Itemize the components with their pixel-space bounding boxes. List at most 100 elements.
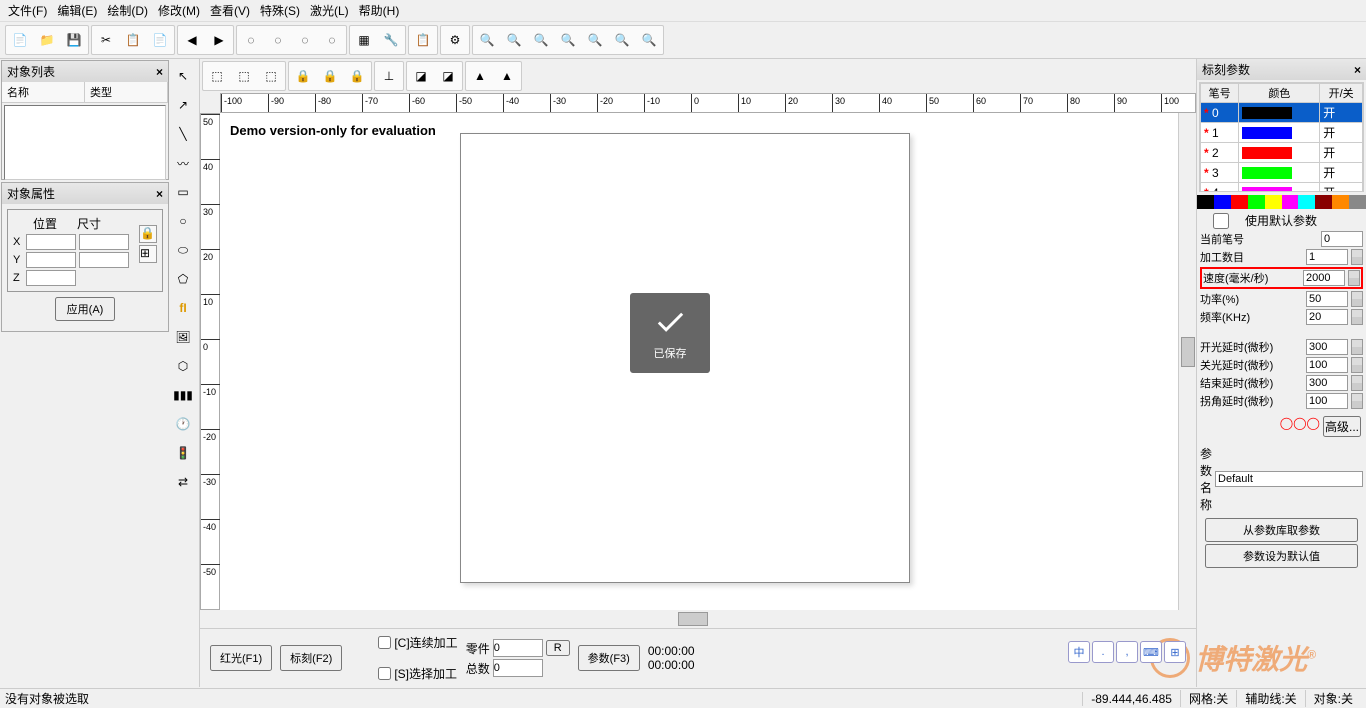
- pen-col-onoff[interactable]: 开/关: [1320, 84, 1363, 103]
- canvas[interactable]: Demo version-only for evaluation 已保存: [220, 113, 1178, 610]
- lock-c-icon[interactable]: 🔒: [344, 63, 370, 89]
- circle-tool-icon[interactable]: ○: [170, 207, 196, 235]
- close-icon[interactable]: ×: [156, 187, 163, 201]
- scrollbar-horizontal[interactable]: [200, 610, 1196, 628]
- advanced-button[interactable]: 高级...: [1323, 416, 1361, 437]
- text-tool-icon[interactable]: fI: [170, 294, 196, 322]
- pen-row[interactable]: * 2开: [1201, 143, 1363, 163]
- rings-icon[interactable]: ◯◯◯: [1280, 416, 1320, 437]
- red-light-button[interactable]: 红光(F1): [210, 645, 272, 671]
- power-input[interactable]: [1306, 291, 1348, 307]
- cut-icon[interactable]: ✂: [93, 27, 119, 53]
- color-swatch[interactable]: [1332, 195, 1349, 209]
- menu-file[interactable]: 文件(F): [8, 2, 47, 19]
- pen-row[interactable]: * 0开: [1201, 103, 1363, 123]
- sel-mode-c-icon[interactable]: ⬚: [258, 63, 284, 89]
- tool-a-icon[interactable]: ◌: [238, 27, 264, 53]
- ondelay-input[interactable]: [1306, 339, 1348, 355]
- select-tool-icon[interactable]: ↖: [170, 62, 196, 90]
- io-tool-icon[interactable]: ⇄: [170, 468, 196, 496]
- close-icon[interactable]: ×: [1354, 63, 1361, 77]
- parts-input[interactable]: [493, 639, 543, 657]
- pen-col-no[interactable]: 笔号: [1201, 84, 1239, 103]
- ellipse-tool-icon[interactable]: ⬭: [170, 236, 196, 264]
- tools-icon[interactable]: 🔧: [378, 27, 404, 53]
- sel-mode-b-icon[interactable]: ⬚: [231, 63, 257, 89]
- spinner-icon[interactable]: [1351, 393, 1363, 409]
- config-icon[interactable]: ⚙: [442, 27, 468, 53]
- col-type[interactable]: 类型: [85, 82, 168, 102]
- freq-input[interactable]: [1306, 309, 1348, 325]
- menu-laser[interactable]: 激光(L): [310, 2, 349, 19]
- close-icon[interactable]: ×: [156, 65, 163, 79]
- paramname-input[interactable]: [1215, 471, 1363, 487]
- timer-tool-icon[interactable]: 🕐: [170, 410, 196, 438]
- paste-icon[interactable]: 📄: [147, 27, 173, 53]
- zoom-fit-icon[interactable]: 🔍: [555, 27, 581, 53]
- spinner-icon[interactable]: [1351, 249, 1363, 265]
- lock-icon[interactable]: 🔒: [139, 225, 157, 243]
- r-button[interactable]: R: [546, 640, 570, 656]
- apply-button[interactable]: 应用(A): [55, 297, 116, 321]
- tool-d-icon[interactable]: ◌: [319, 27, 345, 53]
- menu-help[interactable]: 帮助(H): [359, 2, 400, 19]
- sel-mode-a-icon[interactable]: ⬚: [204, 63, 230, 89]
- zoom-all-icon[interactable]: 🔍: [582, 27, 608, 53]
- scrollbar-vertical[interactable]: [1178, 113, 1196, 610]
- y-pos-input[interactable]: [26, 252, 76, 268]
- spinner-icon[interactable]: [1351, 309, 1363, 325]
- enddelay-input[interactable]: [1306, 375, 1348, 391]
- object-list-body[interactable]: [4, 105, 166, 180]
- x-pos-input[interactable]: [26, 234, 76, 250]
- hatch-icon[interactable]: ▦: [351, 27, 377, 53]
- use-default-checkbox[interactable]: [1200, 213, 1242, 229]
- undo-icon[interactable]: ◀: [179, 27, 205, 53]
- menu-view[interactable]: 查看(V): [210, 2, 250, 19]
- ime-button[interactable]: .: [1092, 641, 1114, 663]
- list-icon[interactable]: 📋: [410, 27, 436, 53]
- zoom-page-icon[interactable]: 🔍: [636, 27, 662, 53]
- save-icon[interactable]: 💾: [61, 27, 87, 53]
- pen-row[interactable]: * 1开: [1201, 123, 1363, 143]
- color-swatch[interactable]: [1282, 195, 1299, 209]
- ime-button[interactable]: ,: [1116, 641, 1138, 663]
- set-default-button[interactable]: 参数设为默认值: [1205, 544, 1357, 568]
- color-swatch[interactable]: [1298, 195, 1315, 209]
- continuous-checkbox[interactable]: [378, 636, 391, 649]
- menu-draw[interactable]: 绘制(D): [107, 2, 148, 19]
- ime-button[interactable]: ⊞: [1164, 641, 1186, 663]
- speed-input[interactable]: [1303, 270, 1345, 286]
- col-name[interactable]: 名称: [2, 82, 85, 102]
- lock-b-icon[interactable]: 🔒: [317, 63, 343, 89]
- layer-b-icon[interactable]: ◪: [435, 63, 461, 89]
- zoom-icon[interactable]: 🔍: [474, 27, 500, 53]
- offdelay-input[interactable]: [1306, 357, 1348, 373]
- spinner-icon[interactable]: [1351, 339, 1363, 355]
- color-swatch[interactable]: [1248, 195, 1265, 209]
- mirror-v-icon[interactable]: ▲: [494, 63, 520, 89]
- zoom-sel-icon[interactable]: 🔍: [609, 27, 635, 53]
- spinner-icon[interactable]: [1348, 270, 1360, 286]
- grid-icon[interactable]: ⊞: [139, 245, 157, 263]
- cornerdelay-input[interactable]: [1306, 393, 1348, 409]
- pen-col-color[interactable]: 颜色: [1239, 84, 1320, 103]
- menu-modify[interactable]: 修改(M): [158, 2, 200, 19]
- z-pos-input[interactable]: [26, 270, 76, 286]
- ime-button[interactable]: 中: [1068, 641, 1090, 663]
- polygon-tool-icon[interactable]: ⬠: [170, 265, 196, 293]
- select-checkbox[interactable]: [378, 667, 391, 680]
- spinner-icon[interactable]: [1351, 357, 1363, 373]
- color-swatch[interactable]: [1265, 195, 1282, 209]
- pen-row[interactable]: * 4开: [1201, 183, 1363, 193]
- color-swatch[interactable]: [1315, 195, 1332, 209]
- node-tool-icon[interactable]: ↗: [170, 91, 196, 119]
- copy-icon[interactable]: 📋: [120, 27, 146, 53]
- layer-a-icon[interactable]: ◪: [408, 63, 434, 89]
- color-swatch[interactable]: [1349, 195, 1366, 209]
- param-button[interactable]: 参数(F3): [578, 645, 640, 671]
- align-icon[interactable]: ⊥: [376, 63, 402, 89]
- color-swatch[interactable]: [1197, 195, 1214, 209]
- lock-a-icon[interactable]: 🔒: [290, 63, 316, 89]
- new-icon[interactable]: 📄: [7, 27, 33, 53]
- zoom-out-icon[interactable]: 🔍: [528, 27, 554, 53]
